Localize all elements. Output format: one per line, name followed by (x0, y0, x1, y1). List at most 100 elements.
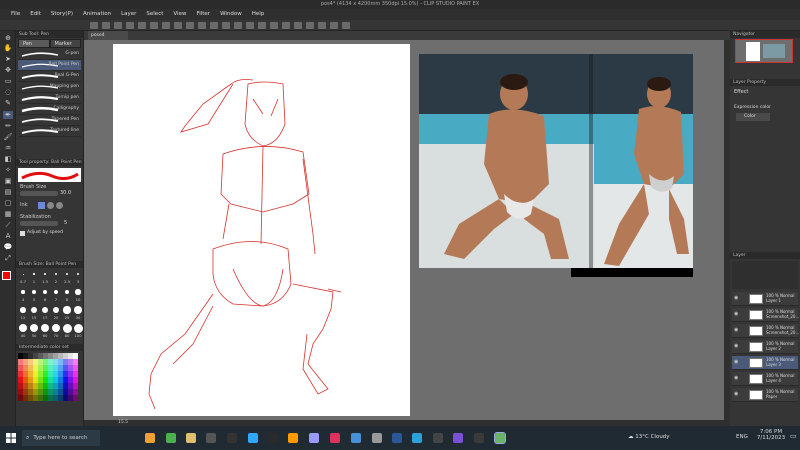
move-tool-icon[interactable]: ✥ (3, 66, 13, 74)
brush-size-preset[interactable]: 80 (62, 322, 72, 339)
layer-row[interactable]: ◉ 100 % Normal Screenshot_20... (732, 308, 799, 322)
command-bar-button[interactable] (222, 22, 230, 29)
command-bar-button[interactable] (234, 22, 242, 29)
layer-row[interactable]: ◉ 100 % Normal Layer 4 (732, 372, 798, 386)
command-bar-button[interactable] (126, 22, 134, 29)
app-icon[interactable] (372, 433, 382, 443)
file-explorer-icon[interactable] (145, 433, 155, 443)
brush-item[interactable]: Real G-Pen (18, 71, 81, 82)
menu-item[interactable]: Window (215, 9, 247, 20)
brush-size-preset[interactable]: 20 (51, 304, 61, 321)
airbrush-tool-icon[interactable]: ♒ (3, 144, 13, 152)
command-bar-button[interactable] (294, 22, 302, 29)
brush-size-preset[interactable]: 50 (29, 322, 39, 339)
command-bar-button[interactable] (306, 22, 314, 29)
document-tab[interactable]: pose4 (88, 31, 128, 40)
command-bar-button[interactable] (270, 22, 278, 29)
pen-tool-icon[interactable]: ✒ (3, 111, 13, 119)
fill-tool-icon[interactable]: ▣ (3, 177, 13, 185)
balloon-tool-icon[interactable]: 💬 (3, 243, 13, 251)
app-icon[interactable] (351, 433, 361, 443)
command-bar-button[interactable] (102, 22, 110, 29)
tab-pen[interactable]: Pen (18, 39, 50, 48)
command-bar-button[interactable] (282, 22, 290, 29)
menu-item[interactable]: Story(P) (46, 9, 78, 20)
language-indicator[interactable]: ENG (736, 434, 748, 440)
brush-size-preset[interactable]: 8 (62, 286, 72, 303)
blend-tool-icon[interactable]: ✧ (3, 166, 13, 174)
command-bar-button[interactable] (90, 22, 98, 29)
brush-item[interactable]: Mapping pen (18, 82, 81, 93)
layer-row[interactable]: ◉ 100 % Normal Paper (732, 388, 798, 402)
command-bar-button[interactable] (198, 22, 206, 29)
brush-size-preset[interactable]: 40 (18, 322, 28, 339)
figure-tool-icon[interactable]: ▢ (3, 199, 13, 207)
brush-item[interactable]: G-pen (18, 49, 81, 60)
selection-tool-icon[interactable]: ▭ (3, 77, 13, 85)
app-icon[interactable] (433, 433, 443, 443)
brush-tool-icon[interactable]: 🖌 (3, 133, 13, 141)
eye-icon[interactable]: ◉ (734, 328, 739, 333)
command-bar-button[interactable] (150, 22, 158, 29)
menu-item[interactable]: Select (141, 9, 168, 20)
brush-size-preset[interactable]: 12 (18, 304, 28, 321)
command-bar-button[interactable] (342, 22, 350, 29)
brush-size-slider[interactable] (20, 191, 58, 196)
brush-size-preset[interactable]: 3 (73, 268, 83, 285)
brush-item[interactable]: Textured line (18, 126, 81, 137)
brush-size-preset[interactable]: 2 (51, 268, 61, 285)
menu-item[interactable]: Animation (78, 9, 116, 20)
app-icon[interactable] (474, 433, 484, 443)
menu-item[interactable]: Edit (25, 9, 46, 20)
command-bar-button[interactable] (174, 22, 182, 29)
brush-size-preset[interactable]: 100 (73, 322, 83, 339)
correct-line-tool-icon[interactable]: ⤢ (3, 254, 13, 262)
telegram-icon[interactable] (412, 433, 422, 443)
brush-size-preset[interactable]: 0.7 (18, 268, 28, 285)
brush-size-preset[interactable]: 2.5 (62, 268, 72, 285)
menu-item[interactable]: Filter (191, 9, 215, 20)
brush-size-preset[interactable]: 5 (29, 286, 39, 303)
eye-icon[interactable]: ◉ (734, 296, 739, 301)
eyedropper-tool-icon[interactable]: ✎ (3, 99, 13, 107)
ink-mode-button[interactable] (47, 202, 54, 209)
frame-tool-icon[interactable]: ▦ (3, 210, 13, 218)
brush-size-preset[interactable]: 1.5 (40, 268, 50, 285)
app-icon[interactable] (227, 433, 237, 443)
brush-size-preset[interactable]: 10 (73, 286, 83, 303)
clip-studio-icon[interactable] (494, 432, 506, 444)
clock[interactable]: 7:06 PM 7/11/2023 (756, 429, 786, 441)
brush-size-preset[interactable]: 30 (73, 304, 83, 321)
photoshop-icon[interactable] (248, 433, 258, 443)
main-color-swatch[interactable] (2, 271, 11, 280)
menu-item[interactable]: Help (247, 9, 270, 20)
layer-row[interactable]: ◉ 100 % Normal Layer 3 (732, 356, 798, 370)
brush-size-preset[interactable]: 17 (40, 304, 50, 321)
zoom-tool-icon[interactable]: ⊕ (3, 34, 13, 42)
eye-icon[interactable]: ◉ (734, 376, 739, 381)
ruler-tool-icon[interactable]: ⟋ (3, 221, 13, 229)
operation-tool-icon[interactable]: ➤ (3, 55, 13, 63)
canvas-paper[interactable] (113, 44, 410, 416)
eye-icon[interactable]: ◉ (734, 344, 739, 349)
eraser-tool-icon[interactable]: ◧ (3, 155, 13, 163)
command-bar-button[interactable] (330, 22, 338, 29)
ink-mode-button[interactable] (38, 202, 45, 209)
command-bar-button[interactable] (162, 22, 170, 29)
brush-item[interactable]: Calligraphy (18, 104, 81, 115)
brush-item-selected[interactable]: Ball Point Pen (18, 60, 81, 71)
zoom-value[interactable]: 15.5 (118, 420, 128, 425)
brush-size-preset[interactable]: 7 (51, 286, 61, 303)
eye-icon[interactable]: ◉ (734, 360, 739, 365)
windows-start-icon[interactable] (6, 433, 16, 443)
lasso-tool-icon[interactable]: ◌ (3, 88, 13, 96)
hand-tool-icon[interactable]: ✋ (3, 44, 13, 52)
command-bar-button[interactable] (138, 22, 146, 29)
app-icon[interactable] (330, 433, 340, 443)
eye-icon[interactable]: ◉ (734, 392, 739, 397)
notification-icon[interactable]: ▭ (790, 432, 797, 440)
chrome-icon[interactable] (166, 433, 176, 443)
app-icon[interactable] (453, 433, 463, 443)
brush-size-preset[interactable]: 1 (29, 268, 39, 285)
folder-icon[interactable] (186, 433, 196, 443)
